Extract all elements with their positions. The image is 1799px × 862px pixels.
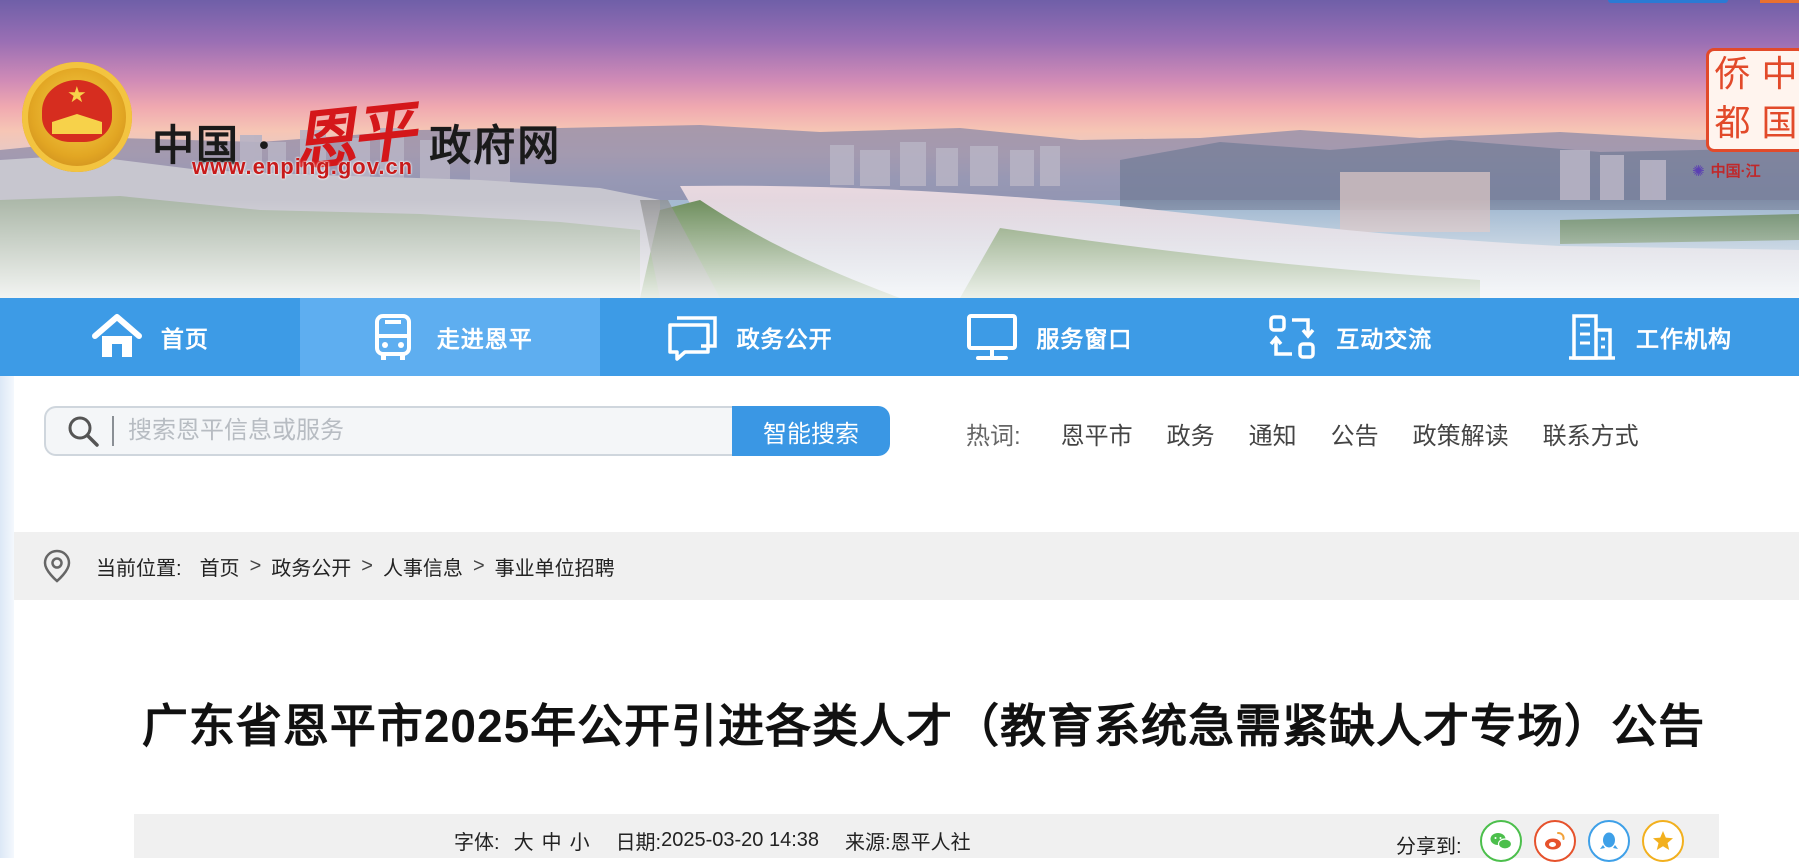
- search-input[interactable]: [128, 417, 688, 445]
- building-icon: [1569, 314, 1616, 360]
- font-size-large[interactable]: 大: [514, 826, 534, 855]
- nav-label: 互动交流: [1336, 326, 1433, 352]
- qiaodu-subtitle: ✺ 中国·江: [1692, 160, 1761, 181]
- breadcrumb-link-recruitment[interactable]: 事业单位招聘: [495, 552, 615, 581]
- breadcrumb-separator: >: [361, 554, 373, 577]
- hot-words-label: 热词:: [966, 423, 1021, 450]
- smart-search-button[interactable]: 智能搜索: [732, 406, 890, 456]
- hot-word-link[interactable]: 联系方式: [1543, 416, 1639, 451]
- nav-item-gov-affairs[interactable]: 政务公开: [600, 298, 900, 376]
- breadcrumb-separator: >: [472, 554, 485, 577]
- breadcrumb: 当前位置: 首页 > 政务公开 > 人事信息 > 事业单位招聘: [14, 532, 1799, 600]
- qzone-star-icon: [1652, 831, 1673, 850]
- hot-words: 热词: 恩平市 政务 通知 公告 政策解读 联系方式: [966, 416, 1673, 451]
- breadcrumb-link-home[interactable]: 首页: [200, 552, 240, 581]
- qq-share-button[interactable]: [1587, 820, 1630, 862]
- share-label: 分享到:: [1396, 835, 1462, 858]
- breadcrumb-separator: >: [249, 554, 262, 577]
- font-size-label: 字体:: [454, 832, 500, 854]
- qzone-share-button[interactable]: [1641, 820, 1684, 862]
- nav-item-home[interactable]: 首页: [0, 298, 300, 376]
- main-nav: 首页 走进恩平 政务公开 服务窗口 互动交流 工作机构: [0, 298, 1799, 376]
- wechat-icon: [1490, 833, 1512, 850]
- qq-icon: [1599, 832, 1618, 849]
- source-value: 恩平人社: [890, 832, 971, 854]
- article-meta-info: 字体: 大 中 小 日期: 2025-03-20 14:38 来源: 恩平人社: [454, 826, 971, 855]
- font-size-medium[interactable]: 中: [542, 826, 562, 855]
- nav-item-service-window[interactable]: 服务窗口: [899, 298, 1199, 376]
- site-title-right: 政府网: [429, 120, 562, 170]
- article-meta-bar: 字体: 大 中 小 日期: 2025-03-20 14:38 来源: 恩平人社 …: [134, 814, 1719, 862]
- hot-word-link[interactable]: 公告: [1331, 416, 1379, 451]
- qiaodu-badge[interactable]: 侨 中 都 国: [1706, 48, 1799, 152]
- breadcrumb-link-gov-affairs[interactable]: 政务公开: [271, 552, 351, 581]
- font-size-small[interactable]: 小: [570, 826, 590, 855]
- exchange-icon: [1269, 315, 1315, 359]
- home-icon: [91, 314, 142, 357]
- site-url: www.enping.gov.cn: [192, 154, 414, 179]
- left-edge-shadow: [0, 376, 14, 858]
- nav-item-interaction[interactable]: 互动交流: [1199, 298, 1499, 376]
- nav-item-organizations[interactable]: 工作机构: [1499, 298, 1799, 376]
- location-pin-icon: [43, 549, 71, 583]
- hot-word-link[interactable]: 恩平市: [1061, 416, 1133, 451]
- chat-icon: [667, 316, 717, 361]
- badge-char: 侨: [1714, 54, 1751, 95]
- top-link-strip-2[interactable]: [1760, 0, 1799, 3]
- qiaodu-subtitle-text: 中国·江: [1710, 163, 1761, 180]
- search-divider: [112, 416, 114, 446]
- monitor-icon: [967, 314, 1018, 360]
- nav-label: 首页: [160, 326, 209, 352]
- breadcrumb-link-personnel[interactable]: 人事信息: [383, 552, 463, 581]
- pinwheel-icon: ✺: [1692, 163, 1705, 180]
- date-value: 2025-03-20 14:38: [661, 829, 820, 851]
- nav-label: 服务窗口: [1036, 326, 1133, 352]
- badge-char: 国: [1761, 103, 1798, 144]
- header-banner: ★ 中国 · 恩平 政府网 www.enping.gov.cn 侨 中 都 国 …: [0, 0, 1799, 298]
- badge-char: 都: [1714, 103, 1751, 144]
- hot-word-link[interactable]: 政策解读: [1413, 416, 1509, 451]
- date-label: 日期:: [615, 832, 662, 854]
- wechat-share-button[interactable]: [1479, 820, 1522, 862]
- hot-word-link[interactable]: 通知: [1249, 416, 1297, 451]
- bus-icon: [374, 314, 411, 360]
- search-icon: [68, 416, 99, 447]
- breadcrumb-label: 当前位置:: [96, 557, 182, 580]
- search-box[interactable]: [44, 406, 732, 456]
- weibo-share-button[interactable]: [1533, 820, 1576, 862]
- article-title: 广东省恩平市2025年公开引进各类人才（教育系统急需紧缺人才专场）公告: [141, 700, 1706, 752]
- search-bar: 智能搜索: [44, 406, 890, 456]
- source-label: 来源:: [845, 832, 891, 854]
- hot-word-link[interactable]: 政务: [1167, 416, 1215, 451]
- nav-item-about-enping[interactable]: 走进恩平: [299, 298, 600, 376]
- weibo-icon: [1544, 832, 1565, 850]
- nav-label: 工作机构: [1636, 326, 1733, 352]
- share-bar: 分享到:: [1396, 820, 1684, 862]
- national-emblem-icon: ★: [22, 62, 132, 172]
- nav-label: 走进恩平: [436, 326, 533, 352]
- badge-char: 中: [1761, 54, 1798, 95]
- nav-label: 政务公开: [736, 326, 833, 352]
- top-link-strip[interactable]: [1608, 0, 1728, 3]
